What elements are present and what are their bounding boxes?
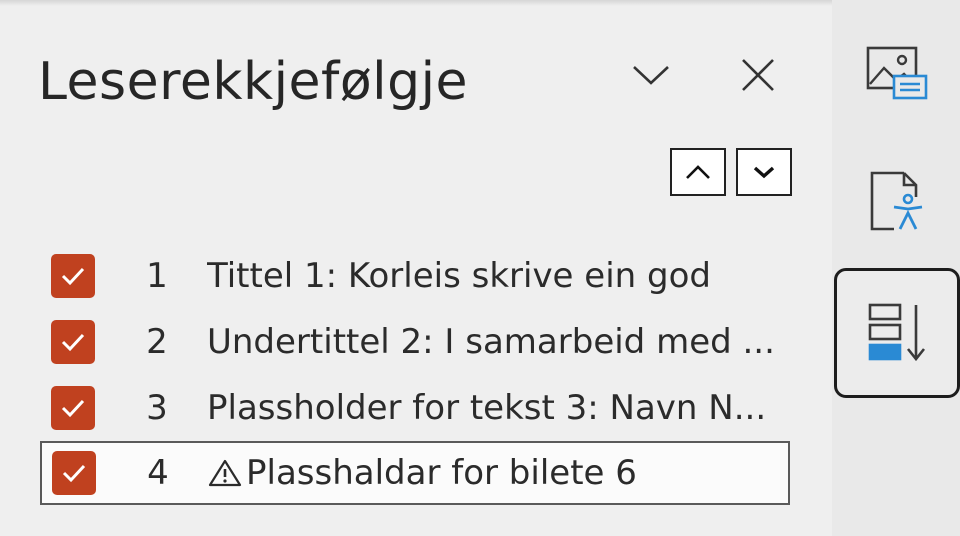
item-number: 3 [146,388,168,428]
checkmark-icon [61,399,85,418]
warning-icon [208,458,242,488]
item-number: 4 [147,453,169,493]
item-checkbox[interactable] [51,254,95,298]
list-item[interactable]: 1 Tittel 1: Korleis skrive ein god [40,243,790,309]
side-rail [832,0,960,536]
item-checkbox[interactable] [52,451,96,495]
item-label-container: Plasshaldar for bilete 6 [208,453,782,493]
item-label: Tittel 1: Korleis skrive ein god [207,256,711,296]
item-number: 1 [146,256,168,296]
checkmark-icon [61,267,85,286]
alt-text-image-icon [866,46,928,100]
alt-text-button[interactable] [832,10,960,138]
arrow-down-icon [753,166,775,179]
list-item[interactable]: 2 Undertittel 2: I samarbeid med ... [40,309,790,375]
reading-order-icon [868,303,926,362]
item-number: 2 [146,322,168,362]
item-checkbox[interactable] [51,386,95,430]
pane-title: Leserekkjefølgje [38,52,469,112]
checkmark-icon [61,333,85,352]
pane-options-button[interactable] [622,50,680,100]
item-label: Undertittel 2: I samarbeid med ... [207,322,775,362]
close-pane-button[interactable] [730,50,786,100]
close-icon [742,59,774,91]
list-item[interactable]: 3 Plassholder for tekst 3: Navn N... [40,375,790,441]
item-label: Plassholder for tekst 3: Navn N... [207,388,767,428]
accessibility-document-icon [870,171,923,231]
list-item-selected[interactable]: 4 Plasshaldar for bilete 6 [40,441,790,505]
reading-order-button[interactable] [834,268,960,398]
pane-top-shadow [0,0,832,6]
reading-order-list: 1 Tittel 1: Korleis skrive ein god 2 Und… [40,243,790,505]
arrow-up-icon [686,165,710,179]
accessibility-check-button[interactable] [832,138,960,266]
checkmark-icon [62,464,86,483]
item-label: Plasshaldar for bilete 6 [246,453,637,493]
chevron-down-icon [633,66,669,85]
reading-order-pane: Leserekkjefølgje 1 Tittel 1: Korleis skr… [0,0,832,536]
move-up-button[interactable] [670,148,726,196]
item-checkbox[interactable] [51,320,95,364]
move-down-button[interactable] [736,148,792,196]
